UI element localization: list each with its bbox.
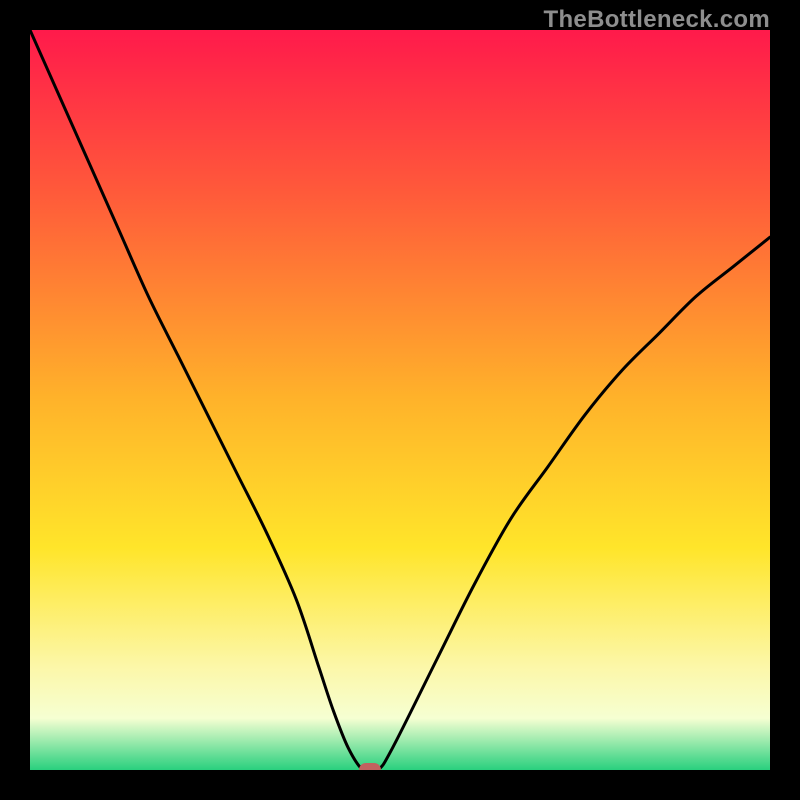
plot-area [30,30,770,770]
bottleneck-curve [30,30,770,770]
optimal-marker [359,763,381,770]
chart-frame: TheBottleneck.com [0,0,800,800]
